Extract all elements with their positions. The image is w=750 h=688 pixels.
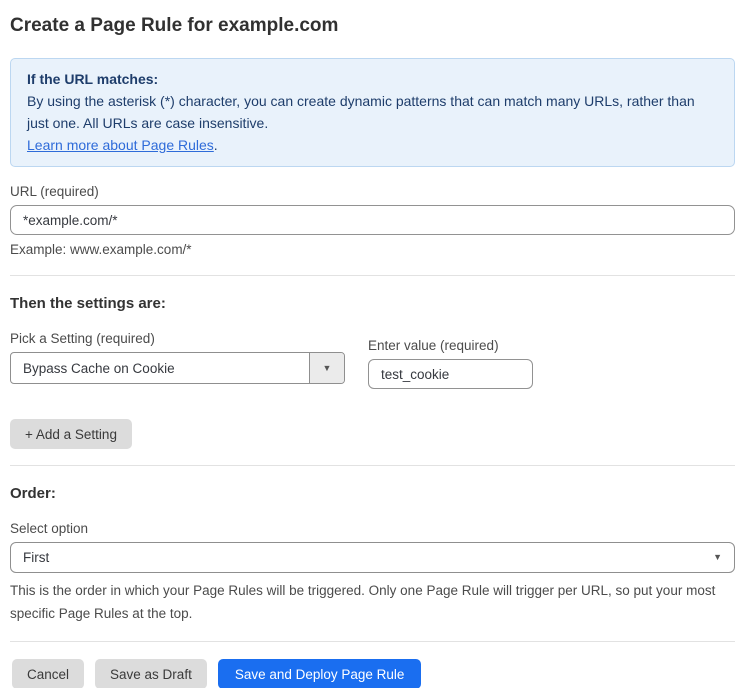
divider (10, 275, 735, 276)
order-section-heading: Order: (10, 484, 735, 504)
pick-setting-select[interactable]: Bypass Cache on Cookie ▼ (10, 352, 345, 384)
order-selected-value: First (23, 550, 713, 565)
divider (10, 465, 735, 466)
info-box-body: By using the asterisk (*) character, you… (27, 90, 718, 134)
enter-value-label: Enter value (required) (368, 337, 533, 355)
url-matches-info-box: If the URL matches: By using the asteris… (10, 58, 735, 167)
url-example-help-text: Example: www.example.com/* (10, 241, 735, 259)
cancel-button[interactable]: Cancel (12, 659, 84, 688)
form-actions: Cancel Save as Draft Save and Deploy Pag… (12, 659, 735, 688)
settings-row: Pick a Setting (required) Bypass Cache o… (10, 314, 735, 389)
page-title: Create a Page Rule for example.com (10, 0, 735, 38)
learn-more-link[interactable]: Learn more about Page Rules (27, 137, 214, 153)
divider (10, 641, 735, 642)
order-select[interactable]: First ▼ (10, 542, 735, 573)
info-box-heading: If the URL matches: (27, 68, 718, 90)
settings-section-heading: Then the settings are: (10, 294, 735, 314)
chevron-down-icon: ▼ (323, 364, 332, 373)
pick-setting-label: Pick a Setting (required) (10, 330, 345, 348)
save-and-deploy-button[interactable]: Save and Deploy Page Rule (218, 659, 422, 688)
info-box-link-line: Learn more about Page Rules. (27, 134, 718, 156)
add-setting-button[interactable]: + Add a Setting (10, 419, 132, 449)
link-suffix: . (214, 137, 218, 153)
pick-setting-column: Pick a Setting (required) Bypass Cache o… (10, 314, 345, 384)
order-select-label: Select option (10, 520, 735, 538)
create-page-rule-form: Create a Page Rule for example.com If th… (0, 0, 750, 688)
url-field-label: URL (required) (10, 183, 735, 201)
url-input[interactable] (10, 205, 735, 235)
setting-value-input[interactable] (368, 359, 533, 389)
enter-value-column: Enter value (required) (368, 314, 533, 389)
order-description-text: This is the order in which your Page Rul… (10, 579, 720, 625)
pick-setting-selected-value: Bypass Cache on Cookie (11, 353, 309, 383)
pick-setting-arrow-button[interactable]: ▼ (309, 353, 344, 383)
save-as-draft-button[interactable]: Save as Draft (95, 659, 207, 688)
chevron-down-icon: ▼ (713, 553, 722, 562)
